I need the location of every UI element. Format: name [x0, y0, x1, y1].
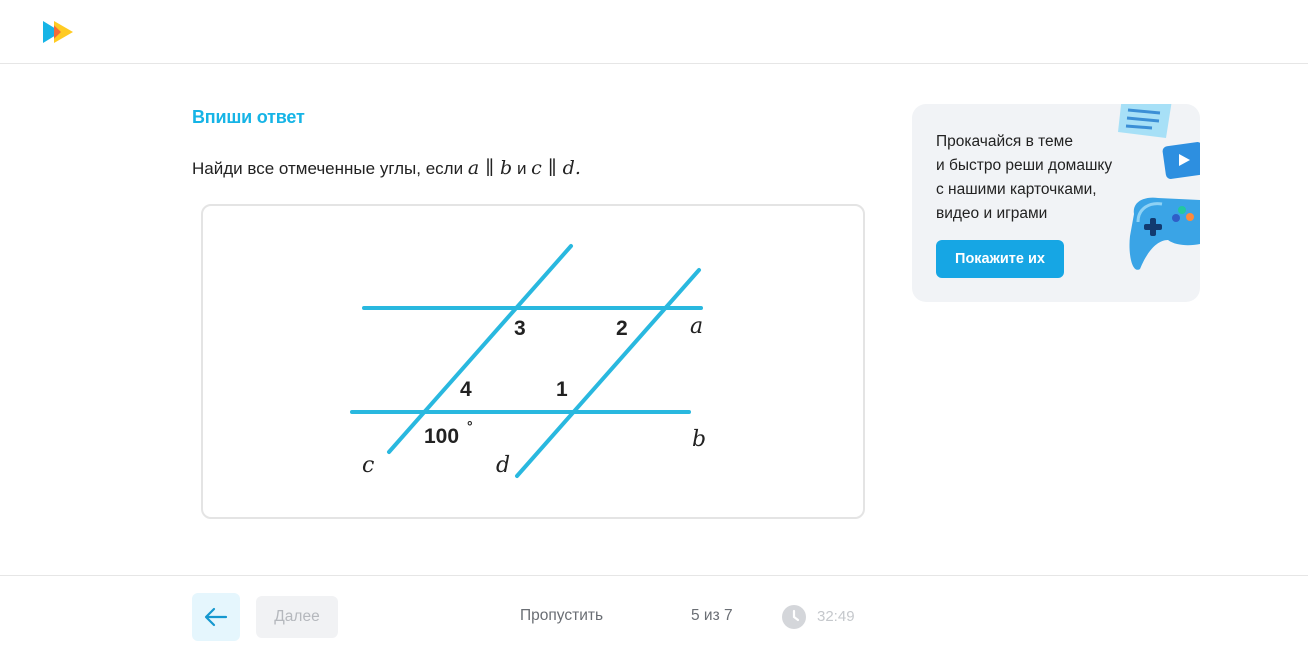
- skip-button[interactable]: Пропустить: [520, 607, 603, 625]
- promo-line: с нашими карточками,: [936, 181, 1097, 198]
- promo-text: Прокачайся в теме и быстро реши домашку …: [936, 130, 1136, 226]
- gamepad-icon: [1129, 197, 1200, 270]
- top-bar: [0, 0, 1308, 64]
- given-angle-value: 100: [424, 425, 459, 448]
- question-prefix: Найди все отмеченные углы, если: [192, 159, 464, 178]
- parallel-lines-diagram: 3 2 4 1 100 ° a b c d: [350, 244, 706, 478]
- line-label-d: d: [496, 453, 510, 478]
- angle-label-4: 4: [460, 378, 472, 401]
- bottom-bar: Далее Пропустить 5 из 7 32:49: [0, 575, 1308, 659]
- show-them-button[interactable]: Покажите их: [936, 240, 1064, 278]
- question-text: Найди все отмеченные углы, если a ∥ b и …: [192, 157, 581, 179]
- angle-label-2: 2: [616, 317, 628, 340]
- condition-conjunction: и: [516, 159, 527, 178]
- clock-icon: [782, 605, 806, 629]
- next-button[interactable]: Далее: [256, 596, 338, 638]
- line-label-b: b: [692, 427, 706, 452]
- promo-card: Прокачайся в теме и быстро реши домашку …: [912, 104, 1200, 302]
- task-type-label: Впиши ответ: [192, 107, 305, 127]
- notes-card-icon: [1118, 104, 1172, 138]
- promo-line: и быстро реши домашку: [936, 157, 1113, 174]
- line-label-a: a: [690, 314, 703, 339]
- angle-label-3: 3: [514, 317, 526, 340]
- play-logo-icon[interactable]: [40, 19, 76, 45]
- line-d: [515, 268, 701, 478]
- angle-label-1: 1: [556, 378, 568, 401]
- promo-line: видео и играми: [936, 205, 1048, 222]
- line-c: [387, 244, 573, 454]
- promo-illustration: [1118, 104, 1200, 270]
- arrow-left-icon: [204, 607, 228, 627]
- progress-counter: 5 из 7: [691, 607, 733, 624]
- degree-mark: °: [467, 418, 473, 434]
- promo-line: Прокачайся в теме: [936, 133, 1073, 150]
- timer-value: 32:49: [817, 608, 855, 625]
- condition-second: c ∥ d.: [531, 157, 581, 179]
- condition-first: a ∥ b: [467, 157, 513, 179]
- video-play-icon: [1162, 142, 1200, 179]
- back-button[interactable]: [192, 593, 240, 641]
- line-label-c: c: [362, 453, 374, 478]
- geometry-figure: 3 2 4 1 100 ° a b c d: [201, 204, 865, 519]
